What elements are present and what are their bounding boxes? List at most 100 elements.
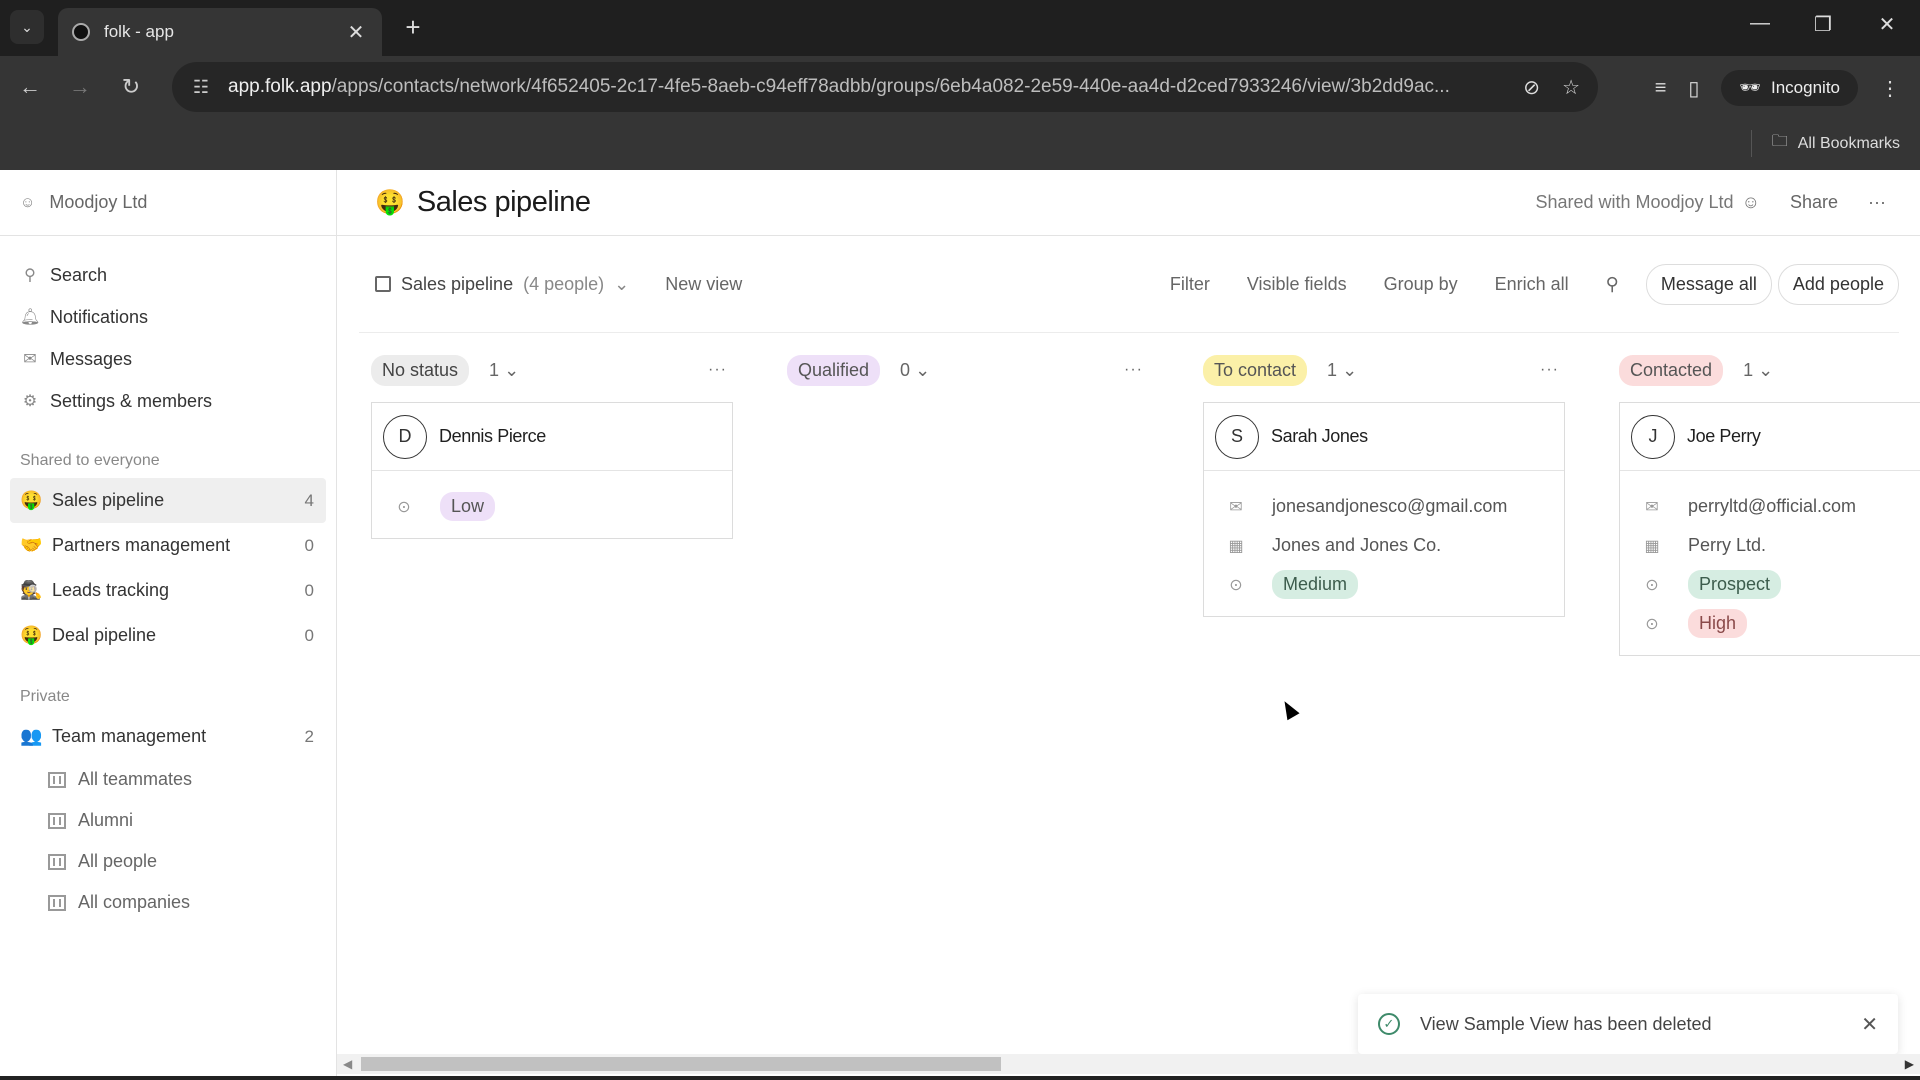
status-badge[interactable]: No status (371, 354, 470, 386)
close-window-icon[interactable]: ✕ (1867, 12, 1907, 37)
select-icon: ⊙ (1645, 615, 1659, 633)
view-selector[interactable]: Sales pipeline (4 people) ⌄ (359, 274, 629, 295)
mail-icon: ✉ (1645, 498, 1659, 516)
contact-card[interactable]: J Joe Perry ✉ perryltd@official.com ▦ Perry… (1619, 402, 1920, 656)
workspace-switcher[interactable]: ☺ Moodjoy Ltd (0, 170, 336, 236)
sidebar-nav: ⚲ Search 🔔︎ Notifications ✉ Messages ⚙ Setti… (0, 236, 336, 422)
money-face-icon: 🤑 (20, 625, 43, 645)
media-icon[interactable]: ≡ (1655, 77, 1667, 100)
forward-icon[interactable]: → (65, 74, 95, 100)
star-icon[interactable]: ☆ (1562, 75, 1580, 100)
status-badge[interactable]: Contacted (1619, 354, 1724, 386)
all-bookmarks[interactable]: 🗀 All Bookmarks (1750, 130, 1900, 157)
avatar: J (1631, 414, 1675, 459)
sidebar-view-all-people[interactable]: All people (0, 841, 336, 882)
contact-name[interactable]: Dennis Pierce (439, 426, 546, 447)
message-all-button[interactable]: Message all (1645, 263, 1772, 305)
table-icon (48, 812, 66, 829)
sidebar-group-leads-tracking[interactable]: 🕵 Leads tracking 0 (10, 568, 326, 613)
sidebar-group-partners-management[interactable]: 🤝 Partners management 0 (10, 523, 326, 568)
priority-field[interactable]: ⊙ High (1642, 604, 1920, 643)
status-badge[interactable]: Qualified (787, 354, 881, 386)
mail-icon: ✉ (1229, 498, 1243, 516)
priority-field[interactable]: ⊙ Low (394, 487, 732, 526)
column-count[interactable]: 1 ⌄ (1743, 360, 1773, 381)
handshake-icon: 🤝 (20, 535, 43, 555)
priority-field[interactable]: ⊙ Medium (1226, 565, 1564, 604)
chevron-down-icon: ⌄ (21, 18, 33, 35)
scroll-right-arrow[interactable]: ▶ (1905, 1057, 1914, 1071)
address-bar[interactable]: ☷ app.folk.app/apps/contacts/network/4f6… (172, 62, 1598, 112)
contact-name[interactable]: Sarah Jones (1271, 426, 1368, 447)
scrollbar-thumb[interactable] (361, 1057, 1001, 1071)
sidebar-group-deal-pipeline[interactable]: 🤑 Deal pipeline 0 (10, 613, 326, 658)
company-field[interactable]: ▦ Jones and Jones Co. (1226, 526, 1564, 565)
browser-tab[interactable]: folk - app ✕ (58, 8, 382, 56)
close-icon[interactable]: ✕ (1861, 1012, 1878, 1037)
sidebar-item-settings[interactable]: ⚙ Settings & members (0, 380, 336, 422)
more-options-icon[interactable]: ··· (1868, 192, 1886, 213)
table-icon (48, 771, 66, 788)
column-more-icon[interactable]: ··· (1124, 361, 1149, 379)
column-more-icon[interactable]: ··· (708, 361, 733, 379)
contact-card[interactable]: D Dennis Pierce ⊙ Low (371, 402, 733, 539)
filter-button[interactable]: Filter (1170, 274, 1210, 295)
count-value: 1 (1327, 359, 1338, 380)
site-info-icon[interactable]: ☷ (186, 77, 216, 98)
sidebar-view-all-teammates[interactable]: All teammates (0, 759, 336, 800)
sidebar-item-messages[interactable]: ✉ Messages (0, 338, 336, 380)
sidebar-group-team-management[interactable]: 👥 Team management 2 (10, 714, 326, 759)
kanban-column: Contacted 1 ⌄ J Joe Perry ✉ perryltd@offic… (1619, 350, 1920, 656)
kanban-column: To contact 1 ⌄ ··· S Sarah Jones ✉ jonesan… (1203, 350, 1565, 617)
sidebar-view-alumni[interactable]: Alumni (0, 800, 336, 841)
email-field[interactable]: ✉ perryltd@official.com (1642, 487, 1920, 526)
shared-with-button[interactable]: Shared with Moodjoy Ltd ☺ (1535, 192, 1760, 213)
new-tab-button[interactable]: + (398, 12, 428, 43)
contact-card[interactable]: S Sarah Jones ✉ jonesandjonesco@gmail.com … (1203, 402, 1565, 617)
email-field[interactable]: ✉ jonesandjonesco@gmail.com (1226, 487, 1564, 526)
sidebar-item-notifications[interactable]: 🔔︎ Notifications (0, 296, 336, 338)
group-count: 2 (304, 726, 314, 746)
column-more-icon[interactable]: ··· (1540, 361, 1565, 379)
visible-fields-button[interactable]: Visible fields (1247, 274, 1347, 295)
sidebar-group-sales-pipeline[interactable]: 🤑 Sales pipeline 4 (10, 478, 326, 523)
restore-icon[interactable]: ❐ (1803, 12, 1843, 37)
stage-field[interactable]: ⊙ Prospect (1642, 565, 1920, 604)
folk-app: ☺ Moodjoy Ltd ⚲ Search 🔔︎ Notifications ✉ M… (0, 170, 1920, 1080)
company-value: Perry Ltd. (1688, 535, 1767, 555)
minimize-icon[interactable]: — (1740, 12, 1780, 35)
sidebar-item-label: Search (50, 264, 108, 285)
sidebar-view-all-companies[interactable]: All companies (0, 882, 336, 923)
side-panel-icon[interactable]: ▯ (1688, 76, 1699, 101)
status-badge[interactable]: To contact (1203, 354, 1308, 386)
table-icon (48, 894, 66, 911)
column-count[interactable]: 1 ⌄ (1327, 360, 1357, 381)
column-count[interactable]: 0 ⌄ (900, 360, 930, 381)
share-button[interactable]: Share (1790, 192, 1838, 213)
eye-off-icon[interactable]: ⊘ (1523, 75, 1540, 100)
chevron-down-icon: ⌄ (1342, 359, 1358, 380)
search-icon[interactable]: ⚲ (1606, 274, 1619, 295)
back-icon[interactable]: ← (15, 74, 45, 100)
group-count: 0 (304, 580, 314, 600)
url-text[interactable]: app.folk.app/apps/contacts/network/4f652… (228, 76, 1523, 98)
contact-name[interactable]: Joe Perry (1687, 426, 1761, 447)
horizontal-scrollbar[interactable]: ◀ ▶ (337, 1054, 1920, 1074)
incognito-icon: 🕶 (1739, 78, 1761, 97)
reload-icon[interactable]: ↻ (116, 74, 146, 100)
company-icon: ▦ (1644, 537, 1660, 555)
section-label-shared: Shared to everyone (20, 452, 160, 469)
incognito-badge[interactable]: 🕶 Incognito (1721, 70, 1858, 106)
tab-search-button[interactable]: ⌄ (10, 10, 44, 44)
enrich-all-button[interactable]: Enrich all (1495, 274, 1569, 295)
sidebar-item-search[interactable]: ⚲ Search (0, 254, 336, 296)
bookmarks-label: All Bookmarks (1797, 134, 1900, 152)
group-by-button[interactable]: Group by (1384, 274, 1458, 295)
column-count[interactable]: 1 ⌄ (489, 360, 519, 381)
new-view-button[interactable]: New view (665, 274, 742, 295)
add-people-button[interactable]: Add people (1777, 263, 1899, 305)
close-tab-icon[interactable]: ✕ (344, 20, 368, 45)
company-field[interactable]: ▦ Perry Ltd. (1642, 526, 1920, 565)
scroll-left-arrow[interactable]: ◀ (343, 1057, 352, 1071)
menu-icon[interactable]: ⋮ (1880, 76, 1900, 101)
